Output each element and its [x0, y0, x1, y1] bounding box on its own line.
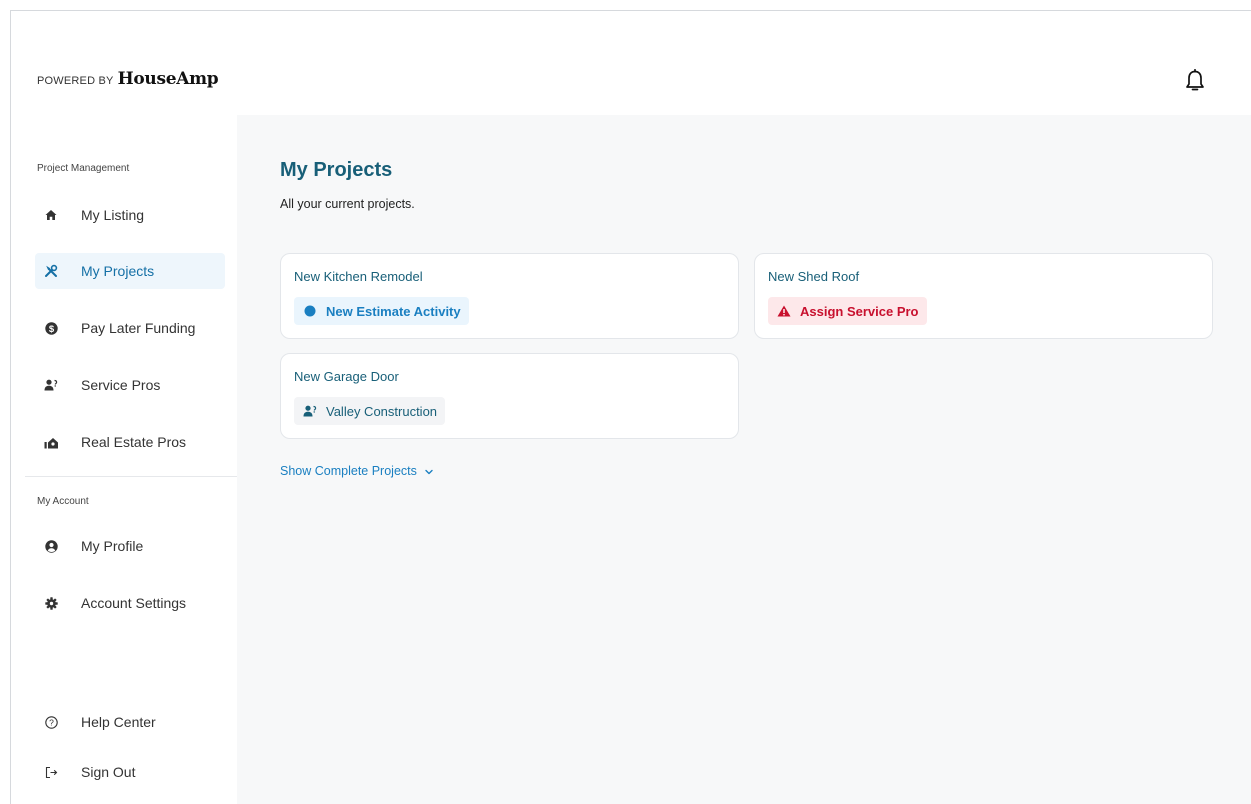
- page-subtitle: All your current projects.: [280, 197, 415, 211]
- help-circle-icon: ?: [41, 712, 61, 732]
- chevron-down-icon: [425, 464, 433, 478]
- sidebar-item-my-projects[interactable]: My Projects: [35, 253, 225, 289]
- dollar-circle-icon: $: [41, 318, 61, 338]
- status-text: Assign Service Pro: [800, 303, 919, 319]
- app-frame: POWERED BY HouseAmp Project Management M…: [10, 10, 1251, 804]
- status-badge[interactable]: New Estimate Activity: [294, 297, 469, 325]
- user-circle-icon: [41, 536, 61, 556]
- sidebar-item-sign-out[interactable]: Sign Out: [35, 754, 225, 790]
- home-icon: [41, 205, 61, 225]
- section-label-my-account: My Account: [37, 496, 89, 507]
- bell-icon[interactable]: [1184, 68, 1206, 93]
- page-title: My Projects: [280, 159, 393, 181]
- project-card-shed-roof[interactable]: New Shed Roof Assign Service Pro: [754, 253, 1213, 339]
- sidebar-item-label: My Profile: [81, 538, 144, 554]
- powered-by-label: POWERED BY: [37, 75, 114, 87]
- main-content: My Projects All your current projects. N…: [237, 115, 1251, 804]
- sidebar-item-label: Help Center: [81, 714, 156, 730]
- show-complete-projects-toggle[interactable]: Show Complete Projects: [280, 464, 433, 478]
- status-text: New Estimate Activity: [326, 303, 461, 319]
- sidebar-item-account-settings[interactable]: Account Settings: [35, 585, 225, 621]
- realtor-icon: [41, 432, 61, 452]
- houseamp-logo: HouseAmp: [117, 69, 219, 89]
- sidebar-divider: [25, 476, 237, 477]
- sidebar: Project Management My Listing My Project…: [11, 115, 237, 804]
- sidebar-item-my-listing[interactable]: My Listing: [35, 197, 225, 233]
- sidebar-item-label: Real Estate Pros: [81, 434, 187, 450]
- project-card-kitchen-remodel[interactable]: New Kitchen Remodel New Estimate Activit…: [280, 253, 739, 339]
- worker-icon: [303, 404, 317, 418]
- worker-icon: [41, 375, 61, 395]
- sidebar-item-label: Account Settings: [81, 595, 187, 611]
- sidebar-item-label: My Projects: [81, 263, 155, 279]
- sidebar-item-label: My Listing: [81, 207, 145, 223]
- project-title: New Kitchen Remodel: [294, 269, 423, 284]
- project-title: New Garage Door: [294, 369, 399, 384]
- sidebar-item-help-center[interactable]: ? Help Center: [35, 704, 225, 740]
- warning-icon: [777, 304, 791, 318]
- sign-out-icon: [41, 762, 61, 782]
- svg-text:$: $: [48, 323, 54, 334]
- sidebar-item-label: Service Pros: [81, 377, 161, 393]
- section-label-project-management: Project Management: [37, 163, 130, 174]
- sidebar-item-label: Pay Later Funding: [81, 320, 196, 336]
- tools-icon: [41, 261, 61, 281]
- status-badge[interactable]: Valley Construction: [294, 397, 446, 425]
- sidebar-item-my-profile[interactable]: My Profile: [35, 528, 225, 564]
- brand-logo: POWERED BY HouseAmp: [37, 69, 219, 89]
- sidebar-item-pay-later-funding[interactable]: $ Pay Later Funding: [35, 310, 225, 346]
- sidebar-item-service-pros[interactable]: Service Pros: [35, 367, 225, 403]
- project-title: New Shed Roof: [768, 269, 860, 284]
- sidebar-item-label: Sign Out: [81, 764, 136, 780]
- status-badge[interactable]: Assign Service Pro: [768, 297, 927, 325]
- sidebar-item-real-estate-pros[interactable]: Real Estate Pros: [35, 424, 225, 460]
- svg-text:?: ?: [49, 717, 54, 727]
- status-text: Valley Construction: [326, 403, 438, 419]
- gear-icon: [41, 593, 61, 613]
- project-card-garage-door[interactable]: New Garage Door Valley Construction: [280, 353, 739, 439]
- show-complete-label: Show Complete Projects: [280, 464, 417, 478]
- dot-icon: [303, 304, 317, 318]
